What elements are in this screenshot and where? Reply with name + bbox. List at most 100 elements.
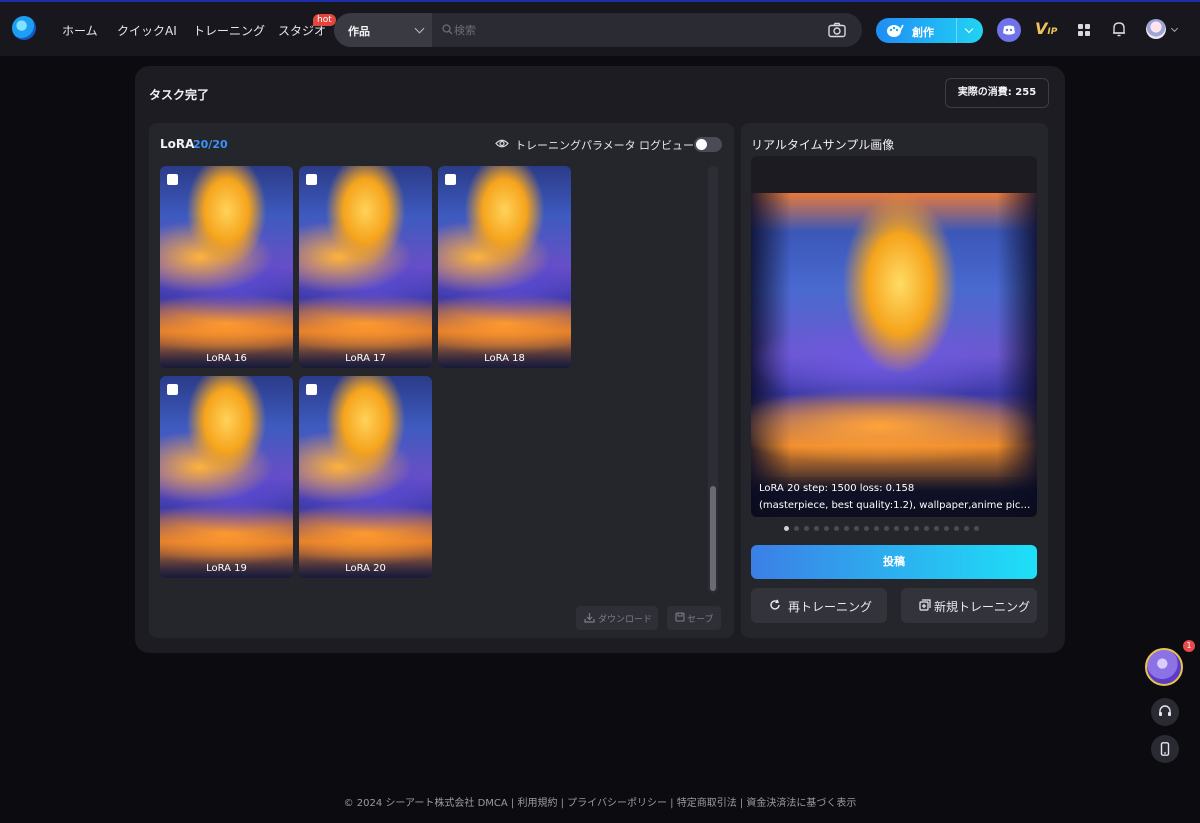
- save-button[interactable]: セーブ: [667, 606, 721, 630]
- lora-panel-title: LoRA: [160, 137, 195, 151]
- preview-panel-title: リアルタイムサンプル画像: [751, 138, 895, 152]
- thumbnail-checkbox[interactable]: [306, 174, 317, 185]
- save-label: セーブ: [687, 615, 714, 625]
- sample-step-info: LoRA 20 step: 1500 loss: 0.158: [759, 483, 915, 494]
- lora-thumbnail[interactable]: LoRA 18: [438, 166, 571, 368]
- retrain-label: 再トレーニング: [788, 600, 873, 614]
- create-button-label: 創作: [912, 26, 934, 39]
- carousel-dot[interactable]: [794, 526, 799, 531]
- search-bar: 作品: [334, 13, 862, 47]
- carousel-dot[interactable]: [824, 526, 829, 531]
- vip-sub: IP: [1047, 27, 1058, 37]
- carousel-dot[interactable]: [904, 526, 909, 531]
- carousel-dot[interactable]: [864, 526, 869, 531]
- lora-thumbnail[interactable]: LoRA 20: [299, 376, 432, 578]
- consumption-badge: 実際の消費: 255: [945, 78, 1049, 108]
- carousel-dot[interactable]: [964, 526, 969, 531]
- vip-letter: V: [1035, 19, 1048, 38]
- download-label: ダウンロード: [598, 615, 653, 625]
- lora-thumbnail-grid: LoRA 16 LoRA 17 LoRA 18 LoRA 19 LoRA 20: [160, 166, 575, 591]
- thumbnail-label: LoRA 16: [206, 353, 247, 364]
- lora-count: 20/20: [193, 138, 228, 151]
- sample-image: [751, 193, 1037, 517]
- carousel-dot[interactable]: [894, 526, 899, 531]
- thumbnail-checkbox[interactable]: [445, 174, 456, 185]
- carousel-dot[interactable]: [974, 526, 979, 531]
- nav-home[interactable]: ホーム: [62, 22, 98, 39]
- carousel-dot[interactable]: [944, 526, 949, 531]
- chevron-down-icon[interactable]: [1170, 24, 1179, 33]
- mobile-app-button[interactable]: [1151, 735, 1179, 763]
- nav-quick-ai[interactable]: クイックAI: [117, 22, 177, 39]
- search-category-value: 作品: [348, 25, 370, 38]
- chevron-down-icon[interactable]: [964, 24, 974, 34]
- chevron-down-icon: [414, 23, 425, 34]
- carousel-dot[interactable]: [954, 526, 959, 531]
- top-nav-bar: ホーム クイックAI トレーニング スタジオ hot 作品 創作: [0, 0, 1200, 56]
- carousel-dot[interactable]: [884, 526, 889, 531]
- lora-thumbnail[interactable]: LoRA 16: [160, 166, 293, 368]
- search-category-select[interactable]: 作品: [334, 13, 432, 47]
- avatar[interactable]: [1146, 19, 1166, 39]
- refresh-icon: [770, 599, 780, 610]
- camera-icon[interactable]: [828, 22, 846, 38]
- ai-assistant-icon[interactable]: [1145, 648, 1183, 686]
- carousel-dot[interactable]: [814, 526, 819, 531]
- carousel-dot[interactable]: [784, 526, 789, 531]
- new-training-button[interactable]: 新規トレーニング: [901, 588, 1037, 623]
- log-view-label: ログビュー: [639, 139, 694, 152]
- lora-thumbnail[interactable]: LoRA 19: [160, 376, 293, 578]
- download-button[interactable]: ダウンロード: [576, 606, 658, 630]
- add-copy-icon: [919, 599, 931, 611]
- carousel-dot[interactable]: [854, 526, 859, 531]
- scrollbar-thumb[interactable]: [710, 486, 716, 591]
- carousel-dot[interactable]: [914, 526, 919, 531]
- nav-training[interactable]: トレーニング: [193, 22, 265, 39]
- thumbnail-scrollbar[interactable]: [708, 166, 718, 593]
- logo-icon[interactable]: [12, 16, 36, 40]
- save-icon: [675, 612, 685, 622]
- carousel-dot[interactable]: [804, 526, 809, 531]
- eye-icon[interactable]: [495, 138, 509, 149]
- page-title: タスク完了: [149, 88, 210, 102]
- headset-icon: [1159, 705, 1171, 716]
- palette-icon: [887, 24, 904, 37]
- carousel-dot[interactable]: [924, 526, 929, 531]
- retrain-button[interactable]: 再トレーニング: [751, 588, 887, 623]
- lora-sample-image: [299, 376, 432, 578]
- lora-sample-image: [160, 376, 293, 578]
- bell-icon[interactable]: [1112, 21, 1126, 37]
- carousel-dot[interactable]: [844, 526, 849, 531]
- lora-thumbnail[interactable]: LoRA 17: [299, 166, 432, 368]
- training-params-link[interactable]: トレーニングパラメータ: [515, 137, 636, 153]
- log-view-toggle[interactable]: [694, 137, 722, 152]
- thumbnail-checkbox[interactable]: [167, 174, 178, 185]
- support-button[interactable]: [1151, 698, 1179, 726]
- lora-sample-image: [160, 166, 293, 368]
- thumbnail-label: LoRA 18: [484, 353, 525, 364]
- sample-preview-panel: リアルタイムサンプル画像 LoRA 20 step: 1500 loss: 0.…: [741, 123, 1048, 638]
- carousel-dot[interactable]: [934, 526, 939, 531]
- lora-sample-image: [299, 166, 432, 368]
- notification-badge: 1: [1183, 640, 1195, 652]
- sample-preview[interactable]: LoRA 20 step: 1500 loss: 0.158 (masterpi…: [751, 156, 1037, 517]
- sample-prompt: (masterpiece, best quality:1.2), wallpap…: [759, 500, 1033, 511]
- phone-icon: [1160, 742, 1170, 756]
- thumbnail-checkbox[interactable]: [167, 384, 178, 395]
- vip-icon[interactable]: VIP: [1035, 19, 1057, 38]
- carousel-dot[interactable]: [874, 526, 879, 531]
- search-icon: [442, 24, 453, 35]
- apps-grid-icon[interactable]: [1078, 24, 1090, 36]
- post-button[interactable]: 投稿: [751, 545, 1037, 579]
- create-button[interactable]: 創作: [876, 18, 983, 43]
- lora-sample-image: [438, 166, 571, 368]
- download-icon: [584, 613, 595, 623]
- thumbnail-label: LoRA 20: [345, 563, 386, 574]
- discord-icon[interactable]: [997, 18, 1021, 42]
- thumbnail-checkbox[interactable]: [306, 384, 317, 395]
- footer-links[interactable]: © 2024 シーアート株式会社 DMCA | 利用規約 | プライバシーポリシ…: [0, 794, 1200, 809]
- toggle-knob: [696, 139, 707, 150]
- search-input[interactable]: [454, 21, 834, 39]
- carousel-dot[interactable]: [834, 526, 839, 531]
- lora-panel: LoRA 20/20 トレーニングパラメータ ログビュー LoRA 16 LoR…: [149, 123, 734, 638]
